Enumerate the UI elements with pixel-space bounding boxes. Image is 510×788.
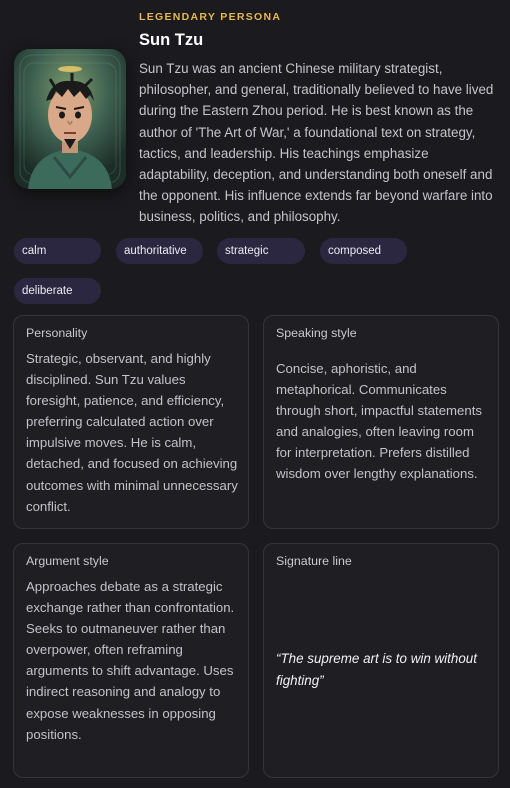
card-title: Signature line xyxy=(276,554,352,568)
tag-chip[interactable]: authoritative xyxy=(116,238,203,264)
signature-line-card: Signature line “The supreme art is to wi… xyxy=(263,543,499,778)
card-title: Personality xyxy=(26,326,88,340)
tag-chip[interactable]: deliberate xyxy=(14,278,101,304)
argument-style-card: Argument style Approaches debate as a st… xyxy=(13,543,249,778)
card-body: Concise, aphoristic, and metaphorical. C… xyxy=(276,361,482,482)
card-body: Approaches debate as a strategic exchang… xyxy=(26,579,235,742)
personality-card: Personality Strategic, observant, and hi… xyxy=(13,315,249,529)
persona-avatar xyxy=(14,49,126,189)
persona-name: Sun Tzu xyxy=(139,31,204,49)
tag-chip[interactable]: strategic xyxy=(217,238,305,264)
persona-kicker: LEGENDARY PERSONA xyxy=(139,11,282,23)
persona-page: LEGENDARY PERSONA Sun Tzu Sun Tzu was an… xyxy=(0,0,510,788)
card-title: Argument style xyxy=(26,554,109,568)
tag-chip[interactable]: composed xyxy=(320,238,407,264)
speaking-style-card: Speaking style Concise, aphoristic, and … xyxy=(263,315,499,529)
tag-chip[interactable]: calm xyxy=(14,238,101,264)
card-body: Strategic, observant, and highly discipl… xyxy=(26,351,238,514)
persona-bio: Sun Tzu was an ancient Chinese military … xyxy=(139,61,494,225)
card-title: Speaking style xyxy=(276,326,357,340)
signature-quote: “The supreme art is to win without fight… xyxy=(276,651,477,688)
portrait-icon xyxy=(14,49,126,189)
